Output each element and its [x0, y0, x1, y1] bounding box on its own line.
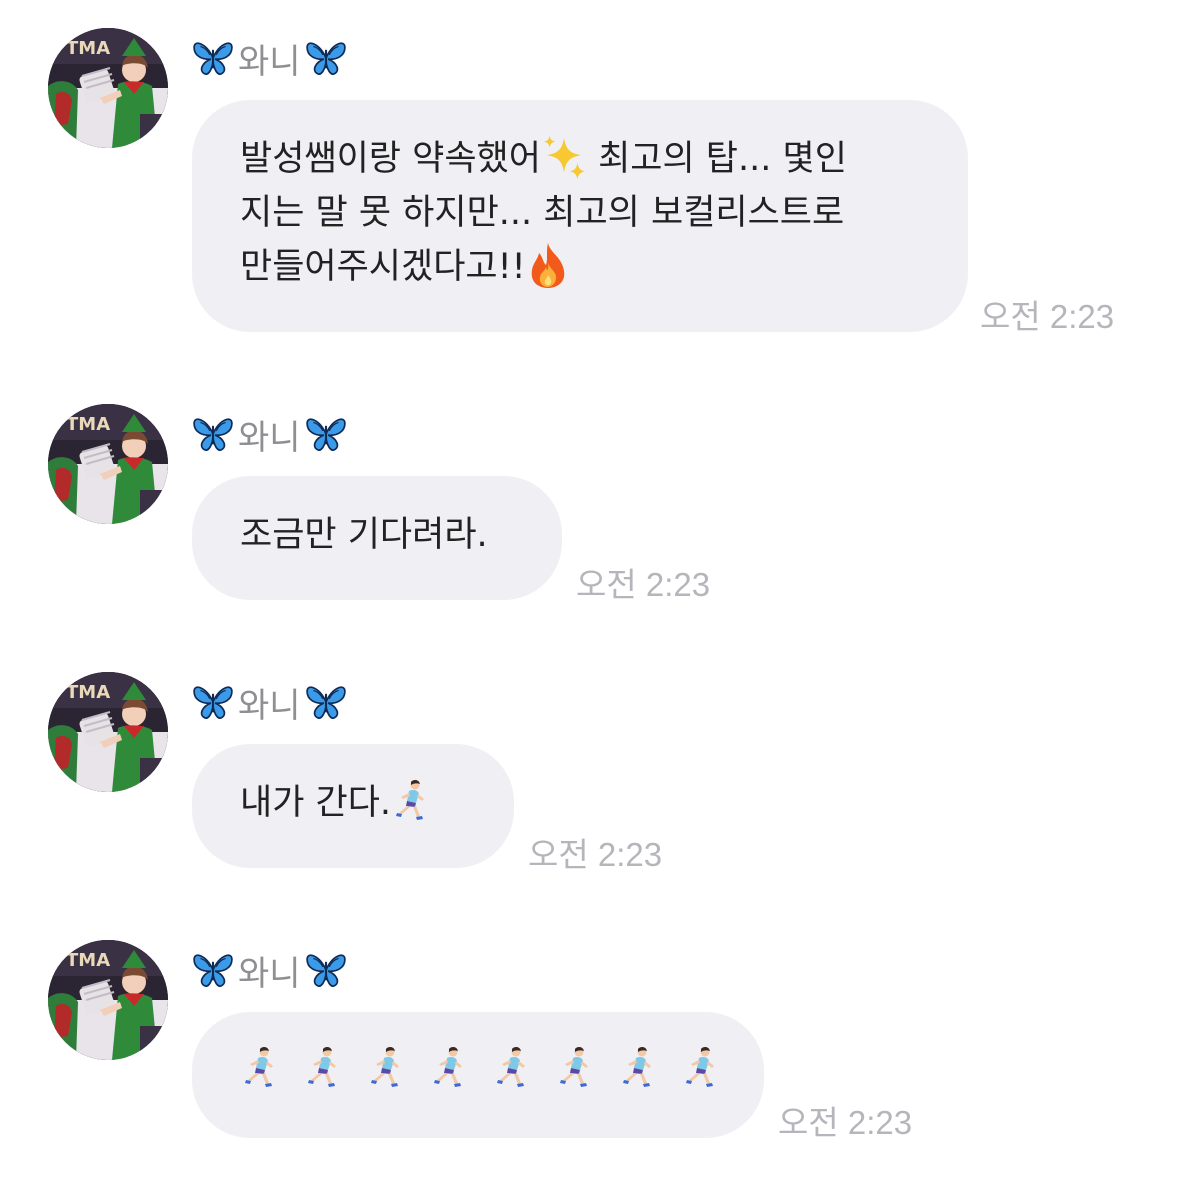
- sender-name: 와니: [192, 36, 347, 82]
- butterfly-icon: [305, 413, 347, 455]
- emoji-row: [240, 1044, 716, 1098]
- message-bubble[interactable]: 내가 간다.: [192, 744, 514, 868]
- running-woman-icon: [618, 1046, 658, 1090]
- butterfly-icon: [192, 413, 234, 455]
- fire-icon: [526, 241, 570, 289]
- butterfly-icon: [192, 949, 234, 991]
- message-time: 오전 2:23: [576, 566, 711, 603]
- message-line: 조금만 기다려라.: [240, 515, 488, 555]
- butterfly-icon: [305, 949, 347, 991]
- message-group: 와니 오전 2:23: [0, 940, 1200, 1141]
- running-woman-icon: [681, 1046, 721, 1090]
- message-group: 와니 발성쌤이랑 약속했어 최고의 탑... 몇인 지는 말 못 하지만... …: [0, 28, 1200, 338]
- message-line: 내가 간다.: [240, 776, 466, 830]
- message-group: 와니 내가 간다. 오전 2:23: [0, 672, 1200, 873]
- message-time: 오전 2:23: [528, 836, 663, 873]
- message-text: 내가 간다.: [240, 783, 392, 823]
- message-text: 만들어주시겠다고!!: [240, 247, 526, 287]
- sender-label: 와니: [238, 41, 301, 82]
- message-line: 발성쌤이랑 약속했어 최고의 탑... 몇인: [240, 132, 920, 186]
- avatar[interactable]: [48, 404, 168, 524]
- message-text: 최고의 탑... 몇인: [598, 139, 847, 179]
- message-time: 오전 2:23: [778, 1104, 913, 1141]
- sparkles-icon: [541, 134, 587, 180]
- butterfly-icon: [305, 37, 347, 79]
- avatar[interactable]: [48, 28, 168, 148]
- running-woman-icon: [303, 1046, 343, 1090]
- running-woman-icon: [492, 1046, 532, 1090]
- sender-label: 와니: [238, 953, 301, 994]
- butterfly-icon: [192, 37, 234, 79]
- message-text: 발성쌤이랑 약속했어: [240, 139, 541, 179]
- sender-label: 와니: [238, 417, 301, 458]
- message-line: 지는 말 못 하지만... 최고의 보컬리스트로: [240, 193, 845, 233]
- avatar[interactable]: [48, 940, 168, 1060]
- running-woman-icon: [555, 1046, 595, 1090]
- sender-name: 와니: [192, 412, 347, 458]
- message-bubble[interactable]: [192, 1012, 764, 1138]
- message-bubble[interactable]: 조금만 기다려라.: [192, 476, 562, 600]
- running-woman-icon: [240, 1046, 280, 1090]
- running-woman-icon: [366, 1046, 406, 1090]
- chat-thread: 와니 발성쌤이랑 약속했어 최고의 탑... 몇인 지는 말 못 하지만... …: [0, 0, 1200, 1179]
- message-bubble[interactable]: 발성쌤이랑 약속했어 최고의 탑... 몇인 지는 말 못 하지만... 최고의…: [192, 100, 968, 332]
- sender-label: 와니: [238, 685, 301, 726]
- sender-name: 와니: [192, 680, 347, 726]
- message-group: 와니 조금만 기다려라. 오전 2:23: [0, 404, 1200, 604]
- butterfly-icon: [305, 681, 347, 723]
- message-line: 만들어주시겠다고!!: [240, 240, 920, 294]
- sender-name: 와니: [192, 948, 347, 994]
- butterfly-icon: [192, 681, 234, 723]
- running-woman-icon: [429, 1046, 469, 1090]
- running-woman-icon: [391, 779, 431, 823]
- avatar[interactable]: [48, 672, 168, 792]
- message-time: 오전 2:23: [980, 298, 1115, 335]
